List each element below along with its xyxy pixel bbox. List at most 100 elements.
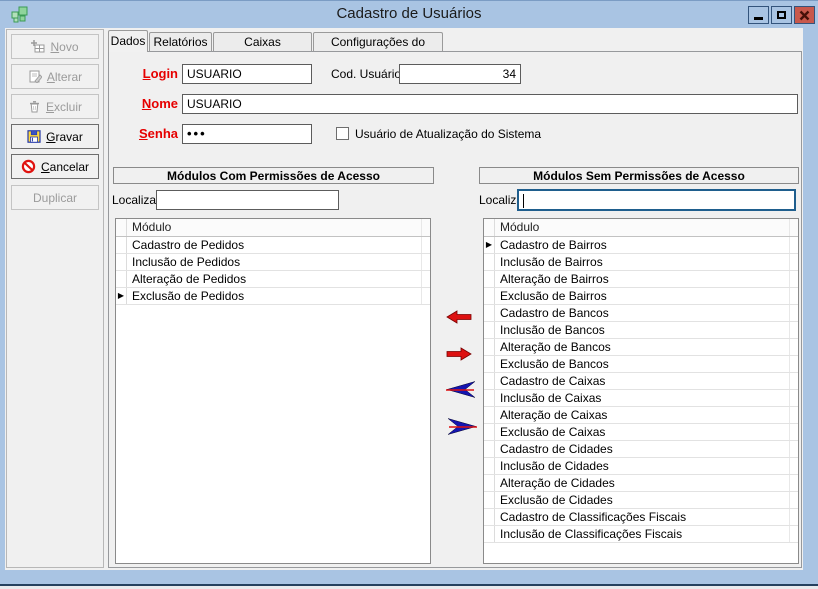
move-selected-left-button[interactable] [446, 310, 480, 330]
tab-configuracoes-usuario[interactable]: Configurações do Usuário [313, 32, 443, 67]
update-user-checkbox-label: Usuário de Atualização do Sistema [355, 127, 542, 141]
dialog-content: Novo Alterar Excluir Gravar Cancelar Dup… [5, 28, 803, 570]
duplicar-button[interactable]: Duplicar [11, 185, 99, 210]
module-cell: Inclusão de Cidades [500, 459, 609, 473]
right-table-header: Módulo [484, 219, 798, 237]
table-row[interactable]: Alteração de Caixas [484, 407, 798, 424]
module-cell: Cadastro de Caixas [500, 374, 606, 388]
blue-arrow-all-right-icon [447, 418, 477, 435]
cod-usuario-label: Cod. Usuário [331, 67, 402, 81]
row-indicator: ▶ [484, 237, 495, 253]
table-row[interactable]: Alteração de Bairros [484, 271, 798, 288]
row-indicator [484, 475, 495, 491]
table-row[interactable]: Alteração de Bancos [484, 339, 798, 356]
module-cell: Inclusão de Bancos [500, 323, 605, 337]
window-title: Cadastro de Usuários [336, 5, 482, 22]
table-row[interactable]: Cadastro de Classificações Fiscais [484, 509, 798, 526]
novo-button-label: Novo [50, 39, 79, 54]
table-row[interactable]: Exclusão de Cidades [484, 492, 798, 509]
table-row[interactable]: Alteração de Cidades [484, 475, 798, 492]
close-icon [799, 10, 810, 20]
table-row[interactable]: Exclusão de Bairros [484, 288, 798, 305]
save-floppy-icon [27, 130, 41, 143]
header-indicator-cell [484, 219, 495, 236]
tab-relatorios-label: Relatórios [153, 35, 208, 49]
novo-button[interactable]: Novo [11, 34, 99, 59]
table-row[interactable]: Inclusão de Cidades [484, 458, 798, 475]
table-row[interactable]: ▶ Exclusão de Pedidos [116, 288, 430, 305]
move-selected-right-button[interactable] [446, 347, 480, 367]
module-cell: Exclusão de Bairros [500, 289, 607, 303]
module-cell: Inclusão de Pedidos [132, 255, 241, 269]
right-table-body: ▶ Cadastro de Bairros Inclusão de Bairros A… [484, 237, 798, 543]
close-button[interactable] [794, 6, 815, 24]
header-indicator-cell [116, 219, 127, 236]
right-modules-table: Módulo ▶ Cadastro de Bairros Inclusão de B… [483, 218, 799, 564]
update-user-checkbox[interactable] [336, 127, 349, 140]
excluir-button[interactable]: Excluir [11, 94, 99, 119]
table-row[interactable]: Inclusão de Caixas [484, 390, 798, 407]
table-row[interactable]: Inclusão de Classificações Fiscais [484, 526, 798, 543]
blue-arrow-all-left-icon [446, 381, 476, 398]
maximize-button[interactable] [771, 6, 792, 24]
row-indicator [484, 356, 495, 372]
row-indicator [484, 509, 495, 525]
nome-field[interactable]: USUARIO [182, 94, 798, 114]
row-indicator [484, 322, 495, 338]
maximize-icon [777, 11, 786, 19]
module-cell: Alteração de Cidades [500, 476, 615, 490]
left-modules-table: Módulo Cadastro de Pedidos Inclusão de Pe… [115, 218, 431, 564]
left-table-header: Módulo [116, 219, 430, 237]
table-row[interactable]: Cadastro de Caixas [484, 373, 798, 390]
table-row[interactable]: Exclusão de Caixas [484, 424, 798, 441]
tab-relatorios[interactable]: Relatórios [149, 32, 212, 51]
move-all-left-button[interactable] [446, 380, 480, 400]
right-panel-title: Módulos Sem Permissões de Acesso [479, 167, 799, 184]
cancelar-button[interactable]: Cancelar [11, 154, 99, 179]
minimize-button[interactable] [748, 6, 769, 24]
move-all-right-button[interactable] [446, 417, 480, 437]
row-indicator [484, 441, 495, 457]
left-localizar-input[interactable] [156, 190, 339, 210]
module-cell: Inclusão de Bairros [500, 255, 603, 269]
row-indicator [484, 339, 495, 355]
login-field[interactable]: USUARIO [182, 64, 312, 84]
tab-page-dados: Login USUARIO Cod. Usuário 34 Nome USUAR… [108, 51, 802, 568]
table-row[interactable]: Inclusão de Bairros [484, 254, 798, 271]
row-indicator [484, 373, 495, 389]
login-label: Login [142, 66, 178, 81]
row-indicator [484, 492, 495, 508]
table-row[interactable]: Inclusão de Pedidos [116, 254, 430, 271]
trash-icon [29, 101, 39, 113]
table-row[interactable]: Cadastro de Bancos [484, 305, 798, 322]
table-row[interactable]: ▶ Cadastro de Bairros [484, 237, 798, 254]
table-row[interactable]: Exclusão de Bancos [484, 356, 798, 373]
table-row[interactable]: Cadastro de Cidades [484, 441, 798, 458]
table-row[interactable]: Cadastro de Pedidos [116, 237, 430, 254]
alterar-button[interactable]: Alterar [11, 64, 99, 89]
titlebar[interactable]: Cadastro de Usuários [0, 0, 818, 28]
nome-label: Nome [141, 96, 178, 111]
module-cell: Cadastro de Pedidos [132, 238, 245, 252]
module-cell: Alteração de Caixas [500, 408, 608, 422]
cancelar-button-label: Cancelar [40, 159, 90, 174]
cod-usuario-field[interactable]: 34 [399, 64, 521, 84]
module-cell: Cadastro de Bairros [500, 238, 607, 252]
row-indicator [484, 254, 495, 270]
text-caret [523, 194, 524, 208]
application-window: Cadastro de Usuários Novo Alterar Exclui… [0, 0, 818, 589]
table-row[interactable]: Inclusão de Bancos [484, 322, 798, 339]
duplicar-button-label: Duplicar [32, 190, 77, 205]
gravar-button[interactable]: Gravar [11, 124, 99, 149]
tab-dados[interactable]: Dados [108, 30, 148, 52]
right-column-header: Módulo [500, 220, 540, 234]
senha-field[interactable]: ••• [182, 124, 312, 144]
tab-dados-label: Dados [110, 34, 146, 48]
table-row[interactable]: Alteração de Pedidos [116, 271, 430, 288]
tab-caixas-autorizados[interactable]: Caixas Autorizados [213, 32, 312, 67]
row-indicator [484, 305, 495, 321]
right-localizar-input[interactable] [517, 189, 796, 211]
left-table-body: Cadastro de Pedidos Inclusão de Pedidos Al… [116, 237, 430, 305]
senha-label: Senha [138, 126, 178, 141]
left-localizar-label: Localizar [112, 193, 161, 207]
